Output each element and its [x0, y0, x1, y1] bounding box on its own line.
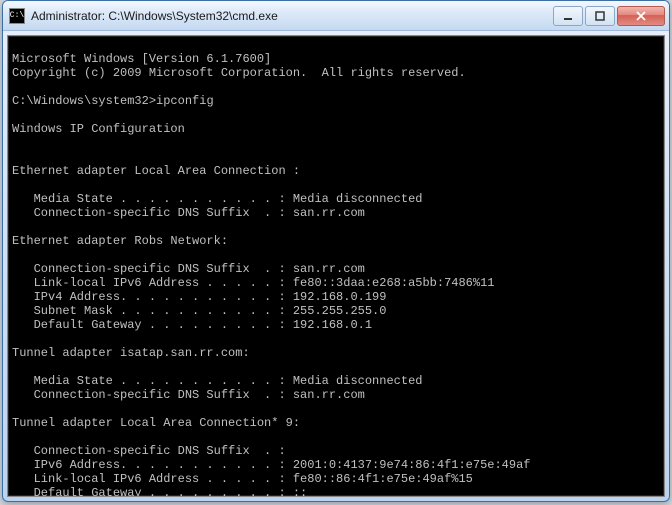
- console-blank: [12, 178, 19, 192]
- console-line: Connection-specific DNS Suffix . : san.r…: [12, 388, 365, 402]
- console-line: Microsoft Windows [Version 6.1.7600]: [12, 52, 271, 66]
- console-line: Media State . . . . . . . . . . . : Medi…: [12, 192, 422, 206]
- cmd-window: C:\ Administrator: C:\Windows\System32\c…: [2, 0, 670, 502]
- console-line: Connection-specific DNS Suffix . : san.r…: [12, 262, 365, 276]
- console-line: Link-local IPv6 Address . . . . . : fe80…: [12, 276, 494, 290]
- window-buttons: [553, 6, 665, 26]
- minimize-icon: [562, 11, 574, 21]
- console-blank: [12, 402, 19, 416]
- console-area[interactable]: Microsoft Windows [Version 6.1.7600] Cop…: [7, 35, 665, 497]
- console-blank: [12, 220, 19, 234]
- prompt-command: ipconfig: [156, 94, 214, 108]
- cmd-icon-label: C:\: [10, 12, 24, 20]
- console-line: Connection-specific DNS Suffix . : san.r…: [12, 206, 365, 220]
- titlebar[interactable]: C:\ Administrator: C:\Windows\System32\c…: [3, 1, 669, 31]
- console-line: IPv6 Address. . . . . . . . . . . : 2001…: [12, 458, 530, 472]
- maximize-button[interactable]: [585, 6, 615, 26]
- minimize-button[interactable]: [553, 6, 583, 26]
- console-blank: [12, 248, 19, 262]
- console-line: Media State . . . . . . . . . . . : Medi…: [12, 374, 422, 388]
- console-blank: [12, 360, 19, 374]
- console-line: Subnet Mask . . . . . . . . . . . : 255.…: [12, 304, 386, 318]
- console-line: Connection-specific DNS Suffix . :: [12, 444, 286, 458]
- adapter-title: Ethernet adapter Local Area Connection :: [12, 164, 300, 178]
- adapter-title: Ethernet adapter Robs Network:: [12, 234, 228, 248]
- cmd-icon: C:\: [9, 8, 25, 24]
- maximize-icon: [594, 11, 606, 21]
- adapter-title: Tunnel adapter isatap.san.rr.com:: [12, 346, 250, 360]
- close-button[interactable]: [617, 6, 665, 26]
- console-blank: [12, 108, 19, 122]
- adapter-title: Tunnel adapter Local Area Connection* 9:: [12, 416, 300, 430]
- window-title: Administrator: C:\Windows\System32\cmd.e…: [31, 9, 553, 23]
- console-line: Default Gateway . . . . . . . . . : ::: [12, 486, 307, 497]
- console-blank: [12, 332, 19, 346]
- prompt-path: C:\Windows\system32>: [12, 94, 156, 108]
- console-blank: [12, 430, 19, 444]
- close-icon: [635, 11, 647, 21]
- console-line: IPv4 Address. . . . . . . . . . . : 192.…: [12, 290, 386, 304]
- console-line: Link-local IPv6 Address . . . . . : fe80…: [12, 472, 473, 486]
- console-blank: [12, 136, 19, 150]
- console-blank: [12, 150, 19, 164]
- console-blank: [12, 80, 19, 94]
- console-line: Copyright (c) 2009 Microsoft Corporation…: [12, 66, 466, 80]
- console-prompt: C:\Windows\system32>ipconfig: [12, 94, 214, 108]
- console-line: Windows IP Configuration: [12, 122, 185, 136]
- console-line: Default Gateway . . . . . . . . . : 192.…: [12, 318, 372, 332]
